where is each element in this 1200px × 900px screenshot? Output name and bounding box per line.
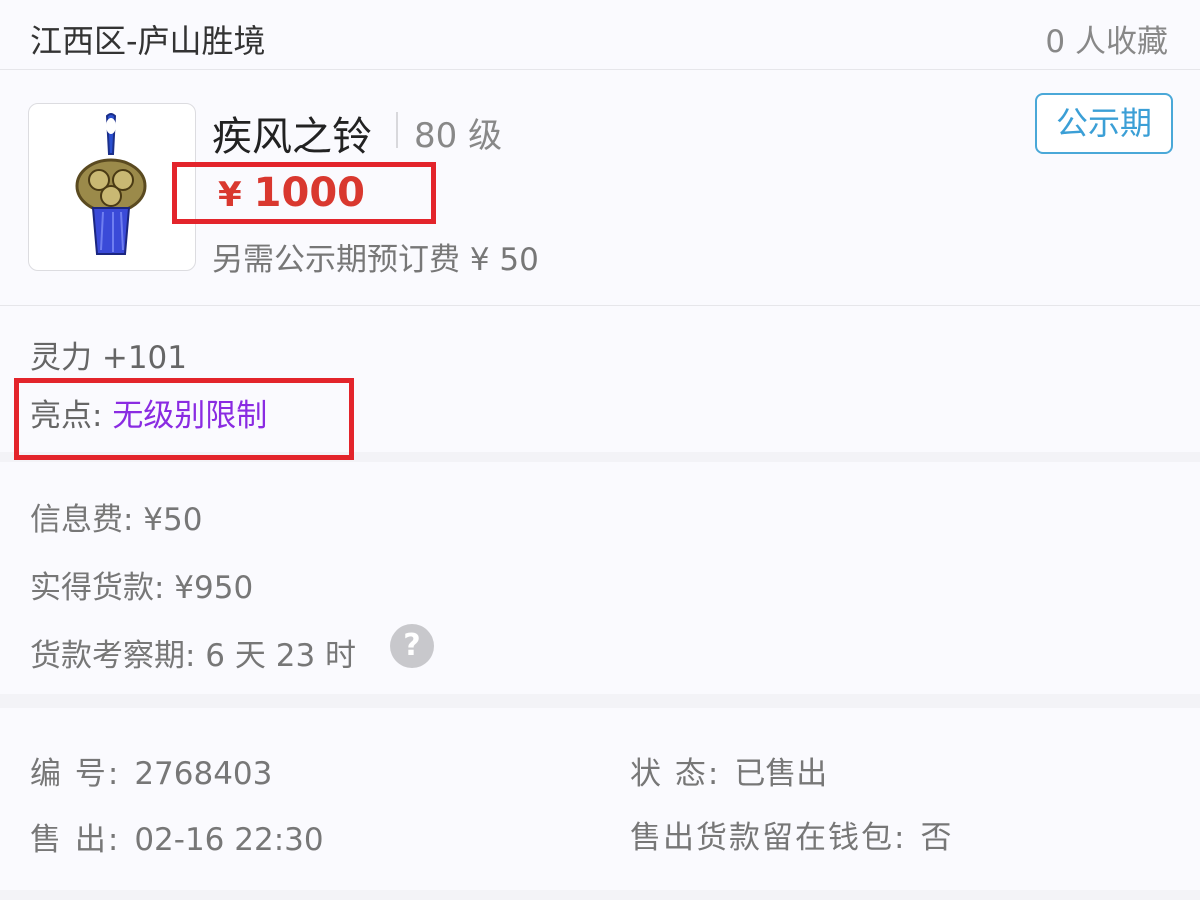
item-card: 江西区-庐山胜境 0 人收藏 疾风之铃 80 级 ¥1000 另需公示期预订费 … [0, 0, 1200, 460]
listing-id: 编 号: 2768403 [30, 748, 272, 793]
attribute-line: 灵力 +101 [30, 340, 187, 376]
wallet-retention-value: 否 [920, 820, 952, 856]
item-level: 80 级 [414, 116, 503, 156]
listing-status-value: 已售出 [734, 756, 828, 792]
header: 江西区-庐山胜境 0 人收藏 [0, 0, 1200, 70]
item-name: 疾风之铃 [212, 114, 372, 160]
listing-status-label: 状 态: [630, 756, 721, 792]
sold-time-value: 02-16 22:30 [134, 822, 324, 858]
section-divider [0, 305, 1200, 306]
listing-id-value: 2768403 [134, 756, 273, 792]
sold-time: 售 出: 02-16 22:30 [30, 814, 324, 859]
sold-time-label: 售 出: [30, 822, 121, 858]
item-thumbnail[interactable] [28, 103, 196, 271]
review-period: 货款考察期: 6 天 23 时 [30, 638, 357, 674]
favorites-count[interactable]: 0 人收藏 [1045, 16, 1168, 61]
highlight-annotation-box [14, 378, 354, 460]
price-annotation-box [172, 162, 436, 224]
details-card [0, 708, 1200, 890]
wallet-retention: 售出货款留在钱包: 否 [630, 812, 951, 857]
title-divider [396, 112, 398, 148]
region-label: 江西区-庐山胜境 [30, 22, 266, 60]
question-circle-icon[interactable]: ? [390, 624, 434, 668]
public-period-fee-note: 另需公示期预订费 ¥ 50 [212, 242, 539, 278]
net-payment: 实得货款: ¥950 [30, 570, 254, 606]
public-period-button[interactable]: 公示期 [1035, 93, 1173, 154]
listing-status: 状 态: 已售出 [630, 748, 827, 793]
wallet-retention-label: 售出货款留在钱包: [630, 820, 907, 856]
listing-id-label: 编 号: [30, 756, 121, 792]
info-fee: 信息费: ¥50 [30, 502, 203, 538]
